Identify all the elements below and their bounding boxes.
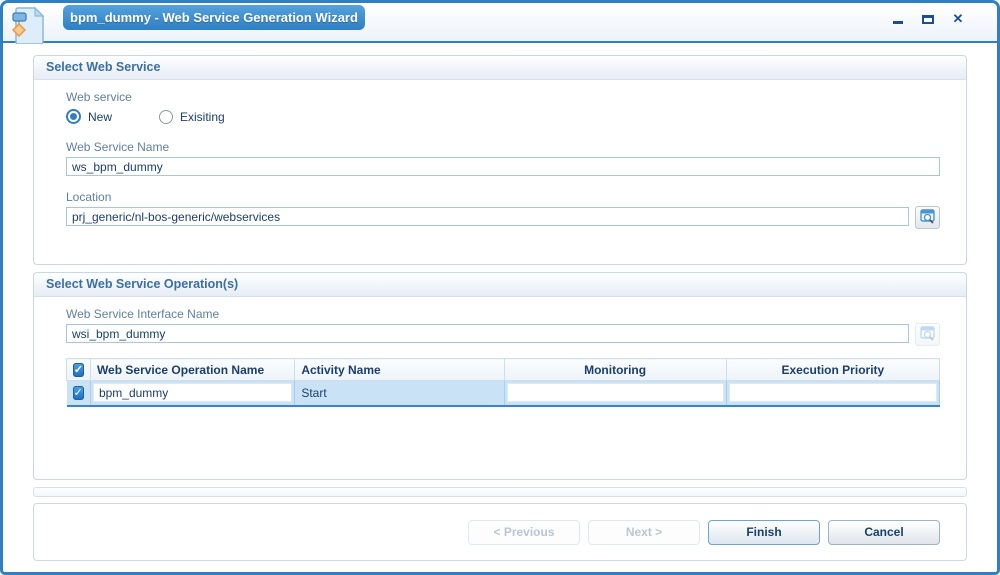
column-monitoring[interactable]: Monitoring (503, 358, 727, 381)
maximize-icon[interactable] (921, 12, 935, 26)
select-operations-header: Select Web Service Operation(s) (34, 273, 966, 297)
location-label: Location (66, 190, 112, 204)
radio-option-existing[interactable]: Exisiting (159, 109, 225, 124)
window-controls: ✕ (891, 12, 965, 26)
interface-name-input[interactable] (66, 324, 910, 343)
column-execution-priority[interactable]: Execution Priority (725, 358, 941, 381)
close-icon[interactable]: ✕ (951, 12, 965, 26)
column-operation-name[interactable]: Web Service Operation Name (89, 358, 296, 381)
activity-name-cell[interactable]: Start (295, 386, 332, 400)
interface-name-label: Web Service Interface Name (66, 307, 220, 321)
web-service-type-radio-group: New Exisiting (66, 109, 940, 124)
web-service-name-input[interactable] (66, 157, 940, 176)
bpm-document-icon (11, 6, 45, 45)
operation-name-cell[interactable]: bpm_dummy (92, 383, 293, 403)
window-title: bpm_dummy - Web Service Generation Wizar… (63, 5, 365, 30)
location-browse-button[interactable] (915, 206, 940, 229)
interface-name-row (66, 323, 940, 346)
radio-existing-icon[interactable] (159, 109, 174, 124)
table-row[interactable]: bpm_dummy Start (66, 380, 941, 406)
radio-new-label: New (88, 109, 113, 124)
select-operations-body: Web Service Interface Name wsi_bpm_dummy… (34, 297, 966, 407)
wizard-content: Select Web Service Web service New Exisi… (3, 43, 997, 561)
divider-strip (33, 487, 967, 497)
monitoring-cell[interactable] (506, 383, 724, 403)
radio-option-new[interactable]: New (66, 109, 112, 124)
previous-button: < Previous (468, 519, 580, 545)
operations-table: Web Service Operation Name Activity Name… (66, 358, 941, 407)
execution-priority-cell[interactable] (728, 383, 937, 403)
location-input[interactable] (66, 207, 910, 226)
browse-window-search-icon (919, 208, 936, 227)
button-panel: < Previous Next > Finish Cancel (33, 503, 967, 561)
radio-existing-label: Exisiting (180, 109, 225, 124)
column-activity-name[interactable]: Activity Name (294, 358, 505, 381)
next-button: Next > (588, 519, 700, 545)
wizard-window: bpm_dummy - Web Service Generation Wizar… (0, 0, 1000, 575)
interface-browse-button-disabled (915, 323, 940, 346)
web-service-label: Web service (66, 90, 132, 104)
select-web-service-panel: Select Web Service Web service New Exisi… (33, 55, 967, 265)
browse-window-search-icon (919, 325, 936, 344)
title-bar: bpm_dummy - Web Service Generation Wizar… (3, 3, 997, 45)
operations-table-header-row: Web Service Operation Name Activity Name… (66, 358, 941, 381)
radio-new-selected-icon[interactable] (66, 109, 81, 124)
select-web-service-body: Web service New Exisiting Web Service Na… (34, 80, 966, 229)
minimize-icon[interactable] (891, 12, 905, 26)
cancel-button[interactable]: Cancel (828, 519, 940, 545)
finish-button[interactable]: Finish (708, 519, 820, 545)
select-web-service-header: Select Web Service (34, 56, 966, 80)
select-operations-panel: Select Web Service Operation(s) Web Serv… (33, 272, 967, 480)
row-checkbox[interactable] (72, 386, 84, 401)
web-service-name-label: Web Service Name (66, 140, 170, 154)
location-row (66, 206, 940, 229)
select-all-checkbox[interactable] (72, 363, 85, 377)
